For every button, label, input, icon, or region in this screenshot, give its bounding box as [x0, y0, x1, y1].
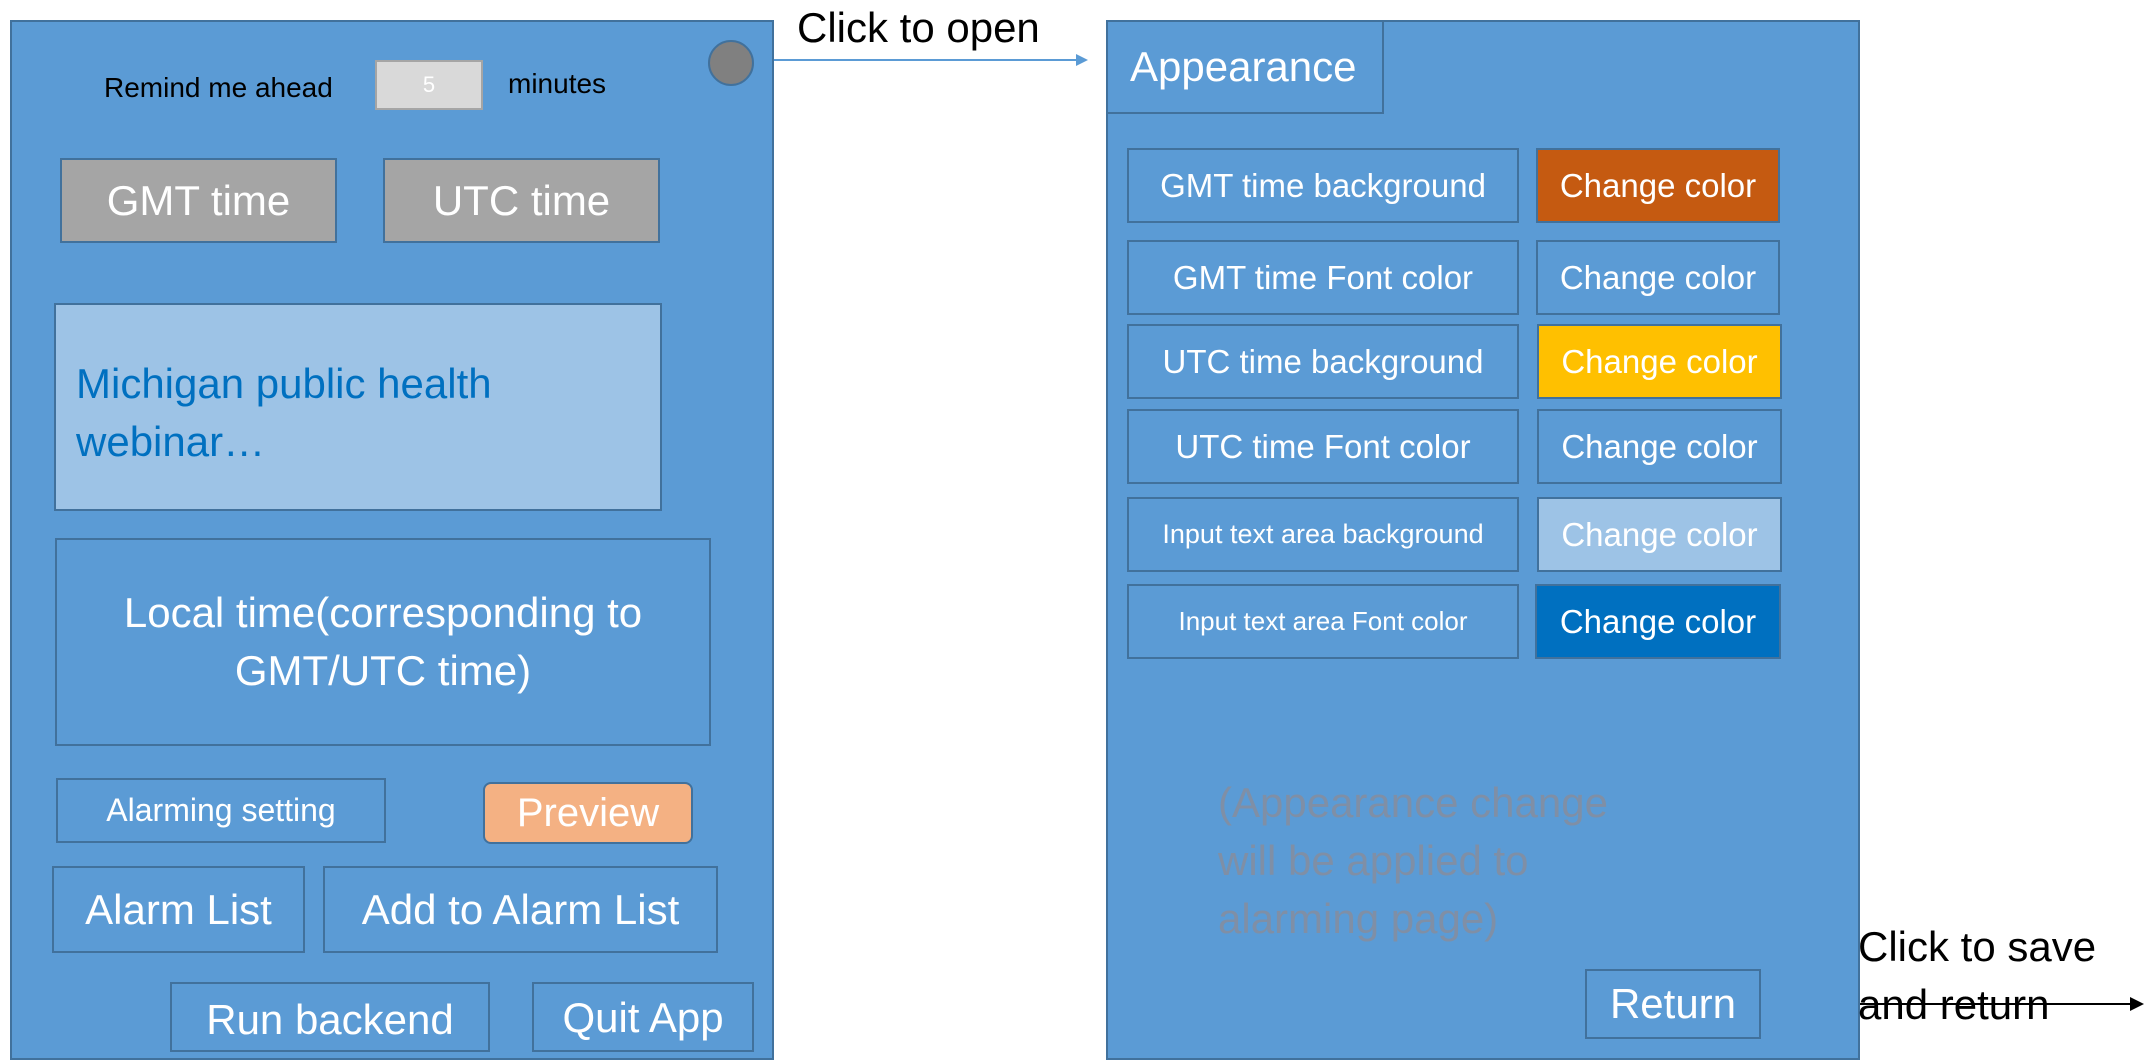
alarm-list-button[interactable]: Alarm List — [52, 866, 305, 953]
remind-minutes-input[interactable] — [375, 60, 483, 110]
save-return-annotation: Click to save and return — [1858, 918, 2098, 1034]
utc-font-change-color-button[interactable]: Change color — [1537, 409, 1782, 484]
quit-app-button[interactable]: Quit App — [532, 982, 754, 1052]
local-time-text: Local time(corresponding to GMT/UTC time… — [123, 589, 643, 694]
reminder-text: Michigan public health webinar… — [76, 360, 492, 465]
input-area-background-label: Input text area background — [1127, 497, 1519, 572]
gmt-background-change-color-button[interactable]: Change color — [1536, 148, 1780, 223]
appearance-note-text: (Appearance change will be applied to al… — [1218, 779, 1608, 942]
preview-button[interactable]: Preview — [483, 782, 693, 844]
input-area-font-change-color-button[interactable]: Change color — [1535, 584, 1781, 659]
appearance-note: (Appearance change will be applied to al… — [1218, 774, 1658, 948]
tab-appearance[interactable]: Appearance — [1106, 20, 1384, 114]
save-return-annotation-text: Click to save and return — [1858, 923, 2097, 1028]
run-backend-button[interactable]: Run backend — [170, 982, 490, 1052]
gmt-background-label: GMT time background — [1127, 148, 1519, 223]
utc-background-change-color-button[interactable]: Change color — [1537, 324, 1782, 399]
local-time-display: Local time(corresponding to GMT/UTC time… — [55, 538, 711, 746]
window-circle-button[interactable] — [708, 40, 754, 86]
click-to-open-annotation: Click to open — [797, 4, 1040, 51]
gmt-font-change-color-button[interactable]: Change color — [1536, 240, 1780, 315]
input-area-font-color-label: Input text area Font color — [1127, 584, 1519, 659]
input-area-background-change-color-button[interactable]: Change color — [1537, 497, 1782, 572]
reminder-text-area[interactable]: Michigan public health webinar… — [54, 303, 662, 511]
add-to-alarm-list-button[interactable]: Add to Alarm List — [323, 866, 718, 953]
gmt-font-color-label: GMT time Font color — [1127, 240, 1519, 315]
minutes-label: minutes — [508, 68, 607, 99]
return-button[interactable]: Return — [1585, 969, 1761, 1039]
utc-time-button[interactable]: UTC time — [383, 158, 660, 243]
gmt-time-button[interactable]: GMT time — [60, 158, 337, 243]
remind-label: Remind me ahead — [104, 72, 333, 103]
utc-font-color-label: UTC time Font color — [1127, 409, 1519, 484]
utc-background-label: UTC time background — [1127, 324, 1519, 399]
alarming-setting-button[interactable]: Alarming setting — [56, 778, 386, 843]
